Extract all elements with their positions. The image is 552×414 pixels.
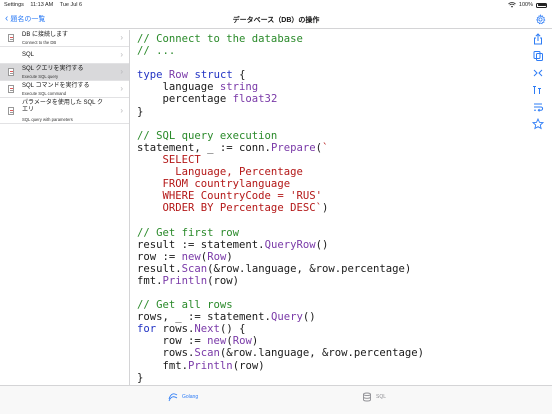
chevron-right-icon: ›	[120, 33, 123, 42]
document-icon	[8, 85, 14, 93]
chevron-right-icon: ›	[120, 50, 123, 59]
list-item-execute-sql-command[interactable]: SQL コマンドを実行する Execute SQL command ›	[0, 81, 129, 98]
code-line: SELECT	[137, 153, 201, 166]
code-line: language string	[137, 81, 259, 94]
app-window: Settings 11:13 AM Tue Jul 6 100% ‹ 題名の一覧…	[0, 0, 552, 414]
wrap-text-icon[interactable]	[531, 101, 545, 113]
copy-icon[interactable]	[531, 50, 545, 62]
list-item-title: パラメータを使用した SQL クエリ	[22, 100, 103, 113]
tab-bar: Golang SQL	[0, 385, 552, 414]
star-icon[interactable]	[531, 118, 545, 130]
code-line: FROM countrylanguage	[137, 178, 291, 191]
wifi-icon	[508, 2, 516, 8]
golang-tab-icon	[168, 393, 178, 402]
code-line: WHERE CountryCode = 'RUS'	[137, 190, 322, 203]
status-bar: Settings 11:13 AM Tue Jul 6 100%	[0, 0, 552, 10]
list-item-connect-db[interactable]: DB に接続します Connect to the DB ›	[0, 30, 129, 47]
list-item-title: SQL クエリを実行する	[22, 66, 84, 72]
code-line: Language, Percentage	[137, 166, 303, 179]
code-line: type Row struct {	[137, 69, 246, 82]
code-line: }	[137, 371, 144, 384]
code-line: statement, _ := conn.Prepare(`	[137, 141, 329, 154]
battery-icon	[536, 2, 547, 8]
code-line: }	[137, 105, 144, 118]
page-title: データベース（DB）の操作	[232, 17, 320, 24]
list-item-subtitle: SQL query with parameters	[22, 117, 73, 122]
list-item-subtitle: Connect to the DB	[22, 39, 57, 45]
document-icon	[8, 34, 14, 42]
code-viewer: // Connect to the database// ... type Row…	[137, 33, 527, 385]
database-icon	[363, 392, 371, 402]
collapse-icon[interactable]	[531, 67, 545, 79]
navigation-bar: ‹ 題名の一覧 データベース（DB）の操作	[0, 11, 552, 29]
tab-sql[interactable]: SQL	[362, 392, 386, 402]
list-item-sql-query-params[interactable]: パラメータを使用した SQL クエリ SQL query with parame…	[0, 98, 129, 124]
code-line: // SQL query execution	[137, 129, 278, 142]
document-icon	[8, 68, 14, 76]
gear-icon[interactable]	[535, 14, 546, 25]
list-item-subtitle: Execute SQL command	[22, 90, 67, 96]
status-carrier: Settings	[4, 2, 24, 8]
code-line: rows, _ := statement.Query()	[137, 311, 316, 324]
font-size-icon[interactable]	[531, 84, 545, 96]
tab-label: SQL	[376, 394, 387, 400]
tab-golang[interactable]: Golang	[168, 392, 198, 402]
chevron-right-icon: ›	[120, 84, 123, 93]
status-time: 11:13 AM	[30, 2, 54, 8]
code-line: result.Scan(&row.language, &row.percenta…	[137, 262, 412, 275]
status-date: Tue Jul 6	[59, 2, 83, 8]
battery-percent: 100%	[518, 2, 533, 8]
share-icon[interactable]	[531, 33, 545, 45]
chevron-right-icon: ›	[120, 67, 123, 76]
topic-list: DB に接続します Connect to the DB › SQL › SQL …	[0, 30, 130, 385]
code-line: row := new(Row)	[137, 250, 233, 263]
code-line: // Get first row	[137, 226, 240, 239]
list-item-title: SQL	[22, 52, 35, 58]
tab-label: Golang	[182, 394, 199, 400]
code-line: // ...	[137, 45, 176, 58]
list-item-title: SQL コマンドを実行する	[22, 83, 90, 89]
code-line: // Connect to the database	[137, 33, 303, 45]
code-line: fmt.Println(row)	[137, 359, 265, 372]
code-line: result := statement.QueryRow()	[137, 238, 329, 251]
list-item-title: DB に接続します	[22, 32, 69, 38]
code-line: row := new(Row)	[137, 335, 259, 348]
list-item-subtitle: Execute SQL query	[22, 73, 59, 79]
list-item-execute-sql-query[interactable]: SQL クエリを実行する Execute SQL query ›	[0, 64, 129, 81]
code-line: ORDER BY Percentage DESC`)	[137, 202, 329, 215]
code-line: percentage float32	[137, 93, 278, 106]
list-item-sql[interactable]: SQL ›	[0, 47, 129, 64]
code-line: rows.Scan(&row.language, &row.percentage…	[137, 347, 425, 360]
code-line: for rows.Next() {	[137, 323, 246, 336]
chevron-right-icon: ›	[120, 106, 123, 115]
code-line: fmt.Println(row)	[137, 274, 240, 287]
code-line: // Get all rows	[137, 299, 233, 312]
document-icon	[8, 107, 14, 115]
